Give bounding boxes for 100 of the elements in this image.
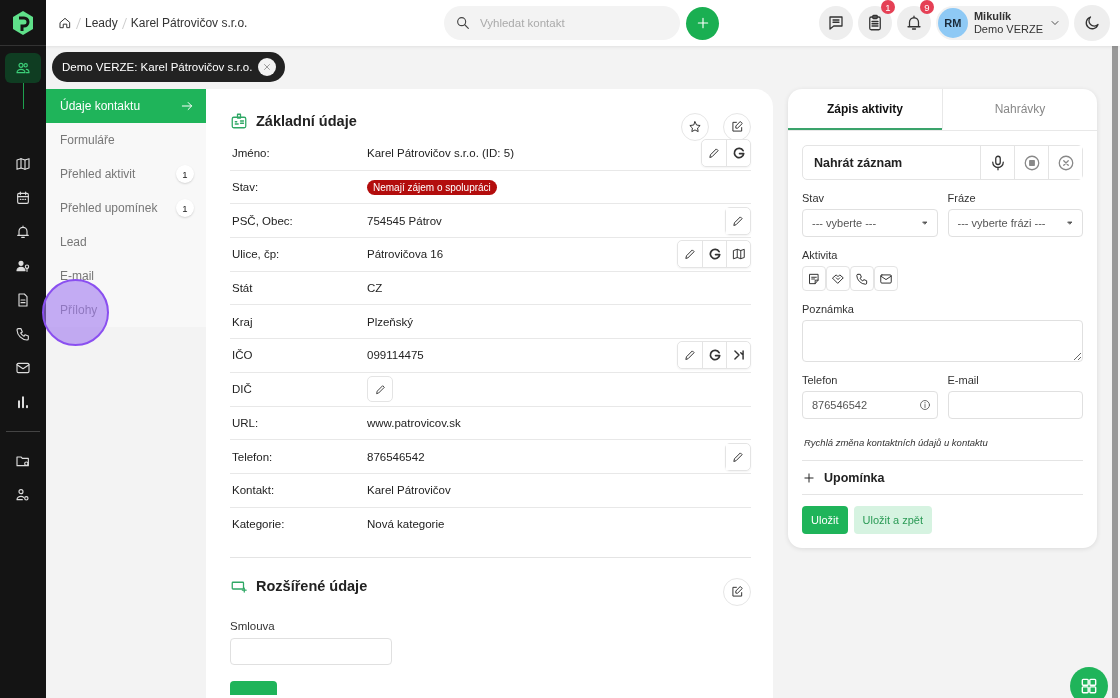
activity-button[interactable] [826,266,850,291]
chip-label: Demo VERZE: Karel Pátrovičov s.r.o. [62,61,253,73]
search-field[interactable]: Vyhledat kontakt [444,6,680,40]
action-button[interactable] [702,342,726,369]
stop-icon [1022,153,1041,172]
action-button[interactable] [726,342,750,369]
close-circle-icon [1056,153,1075,172]
scrollbar[interactable] [1112,46,1118,698]
activity-button[interactable] [850,266,874,291]
users-icon [15,60,31,76]
field-label: Telefon: [232,450,274,463]
subnav-item[interactable]: Lead [46,225,206,259]
nav-item[interactable] [5,53,41,83]
star-icon [688,120,702,134]
section-title: Základní údaje [256,113,357,129]
activity-button[interactable] [802,266,826,291]
add-button[interactable] [686,6,719,40]
pencil-icon [373,382,387,396]
g-icon [707,348,722,363]
field-label: PSČ, Obec: [232,214,294,227]
close-button[interactable] [258,58,277,76]
action-button[interactable] [726,241,750,268]
field-label: Ulice, čp: [232,248,281,261]
field-label: Kontakt: [232,484,276,497]
avatar: RM [937,8,968,38]
favorite-button[interactable] [681,113,709,141]
apps-button[interactable] [1070,667,1108,698]
calendar-icon [15,190,31,206]
select-field[interactable]: --- vyberte frázi --- [947,209,1083,237]
pencil-icon [707,146,721,161]
activity-button[interactable] [874,266,898,291]
logo-icon[interactable] [11,9,35,36]
edit-button[interactable] [723,578,751,607]
pencil-icon [731,449,745,464]
action-button[interactable] [726,140,750,167]
field-label: Telefon [802,374,839,386]
field-label: IČO [232,349,254,362]
edit-button[interactable] [723,113,751,141]
field-label: Kategorie: [232,518,286,531]
user-name: Mikulík [973,10,1012,23]
field-value: Karel Pátrovičov [367,484,452,497]
mail-icon [879,271,893,286]
pencil-icon [683,348,697,363]
subnav-item[interactable]: E-mail [46,259,206,293]
grid-icon [1079,676,1099,696]
field-value: 099114475 [367,349,425,362]
save-button[interactable] [230,681,277,696]
bell-icon [904,14,923,32]
bar-chart-icon [15,394,31,410]
field-label: E-mail [947,374,980,386]
phone-icon [855,271,869,286]
edit-icon [730,585,744,600]
toolbar-button[interactable] [857,6,892,40]
field-value: Karel Pátrovičov s.r.o. (ID: 5) [367,147,515,160]
note-field[interactable] [802,320,1083,362]
select-field[interactable]: --- vyberte --- [802,209,938,237]
moon-icon [1083,14,1101,32]
input-field[interactable]: 876546542 [802,391,938,419]
theme-toggle[interactable] [1074,5,1110,41]
input-field[interactable] [947,391,1083,419]
subnav-item[interactable]: Formuláře [46,123,206,157]
tab[interactable]: Zápis aktivity [788,89,942,130]
breadcrumb-link[interactable]: Leady [85,16,118,30]
id-card-icon [230,112,248,130]
field-value: 876546542 [367,450,426,463]
count-badge: 9 [919,0,934,14]
field-value: CZ [367,282,384,295]
toolbar-button[interactable] [896,6,931,40]
action-button[interactable] [702,241,726,268]
pencil-icon [731,213,745,228]
edit-button[interactable] [367,376,393,403]
field-value: www.patrovicov.sk [367,416,462,429]
field-label: Fráze [947,192,977,204]
field-value: Nová kategorie [367,518,446,531]
home-icon [58,16,72,30]
handshake-icon [831,271,845,286]
reminder-toggle[interactable]: Upomínka [802,460,1083,495]
tab[interactable]: Nahrávky [942,89,1097,130]
breadcrumb-link[interactable]: Karel Pátrovičov s.r.o. [130,16,248,30]
folder-gear-icon [15,453,31,469]
field-label: URL: [232,416,260,429]
plus-icon [802,470,816,485]
count-badge: 1 [176,165,194,183]
hint-text: Rychlá změna kontaktních údajů u kontaktu [804,437,989,448]
subnav-item[interactable]: Přehled aktivit 1 [46,157,206,191]
record-label: Nahrát záznam [813,154,904,172]
field-label: Stav: [232,181,260,194]
pencil-icon [683,247,697,262]
status-badge: Nemají zájem o spolupráci [367,179,497,195]
field-label: DIČ [232,383,253,396]
arrow-right-icon [180,99,194,113]
input-field[interactable] [230,638,392,666]
subnav-item[interactable]: Přehled upomínek 1 [46,191,206,225]
search-icon [455,15,471,31]
toolbar-button[interactable] [818,6,853,40]
subnav-label: E-mail [60,269,94,283]
user-menu[interactable]: RM Mikulík Demo VERZE [935,6,1069,40]
count-badge: 1 [880,0,895,14]
field-label: Stát [232,282,254,295]
cancel-button[interactable] [1048,146,1082,179]
